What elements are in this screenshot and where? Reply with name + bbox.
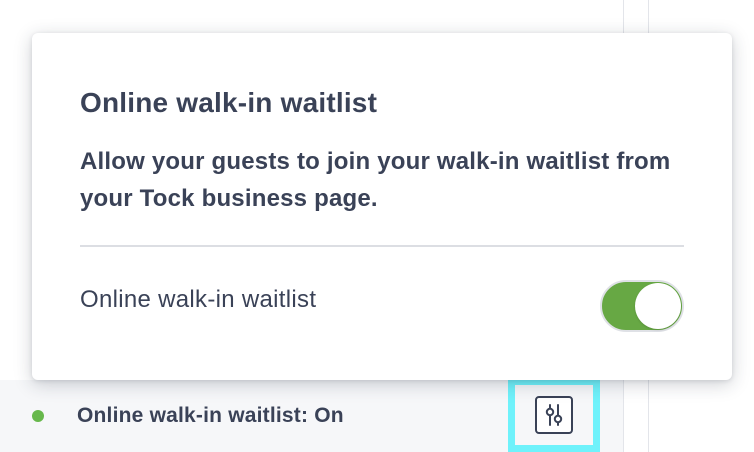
waitlist-toggle[interactable] (600, 280, 684, 332)
popover-description: Allow your guests to join your walk-in w… (80, 148, 671, 212)
toggle-knob (635, 283, 681, 329)
divider (80, 245, 684, 247)
status-indicator (32, 410, 44, 422)
popover-title: Online walk-in waitlist (80, 87, 378, 118)
sliders-icon (535, 396, 573, 434)
status-label: Online walk-in waitlist: On (77, 404, 344, 427)
waitlist-popover: Online walk-in waitlist Allow your guest… (32, 33, 732, 380)
toggle-label: Online walk-in waitlist (80, 286, 317, 313)
waitlist-settings-button[interactable] (508, 378, 600, 452)
